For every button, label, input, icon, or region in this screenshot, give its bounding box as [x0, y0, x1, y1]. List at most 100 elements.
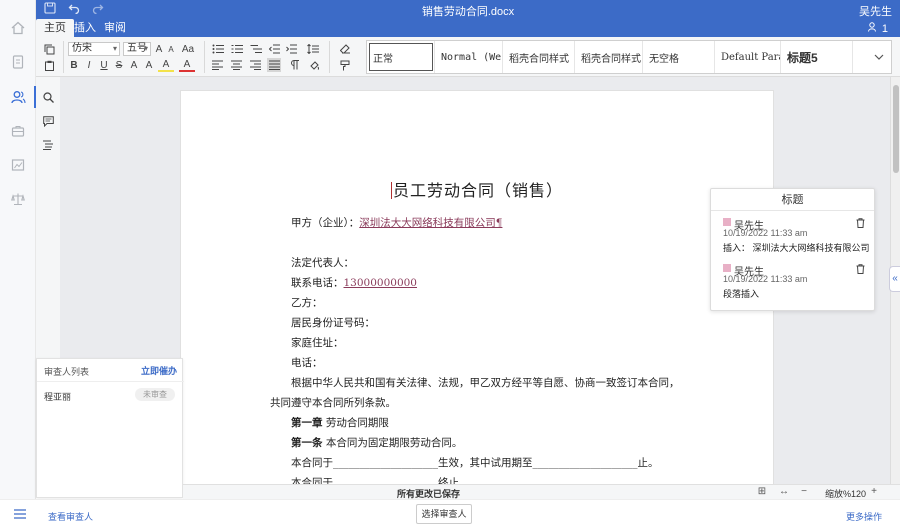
line-text: 劳动合同期限: [322, 417, 389, 429]
bold-button[interactable]: B: [68, 58, 80, 72]
left-rail: [0, 0, 36, 529]
subscript-button[interactable]: A: [143, 58, 155, 72]
clear-format-icon[interactable]: [338, 42, 352, 56]
line-spacing-icon[interactable]: [305, 42, 321, 56]
style-gallery: 正常 Normal (Web) 稻壳合同样式 稻壳合同样式： 无空格 Defau…: [366, 40, 880, 74]
trash-icon[interactable]: [856, 217, 866, 228]
strikethrough-button[interactable]: S: [113, 58, 125, 72]
nav-rail: [36, 77, 60, 360]
document-line: 第一章 劳动合同期限: [291, 415, 389, 430]
line-text: 共同遵守本合同所列条款。: [270, 397, 396, 409]
document-heading-text: 员工劳动合同（销售）: [392, 181, 563, 200]
reviewer-title: 审查人列表: [44, 367, 90, 377]
comment-time: 10/19/2022 11:33 am: [723, 274, 808, 284]
view-reviewers-link[interactable]: 查看审查人: [48, 510, 93, 523]
highlight-button[interactable]: A: [158, 58, 174, 72]
line-text: 本合同于____________________生效，其中试用期至_______…: [291, 457, 659, 469]
align-justify-icon[interactable]: [267, 58, 281, 72]
remind-now-button[interactable]: 立即催办: [141, 364, 177, 377]
align-right-icon[interactable]: [248, 58, 262, 72]
increase-indent-icon[interactable]: [284, 42, 298, 56]
document-page[interactable]: 员工劳动合同（销售） 甲方（企业）：深圳法大大网络科技有限公司¶ 法定代表人： 联系…: [180, 90, 774, 490]
numbered-list-icon[interactable]: [229, 42, 245, 56]
tracked-insertion[interactable]: 13000000000: [344, 277, 418, 289]
users-icon[interactable]: [0, 82, 36, 112]
document-icon[interactable]: [0, 47, 36, 77]
chevron-down-icon: [874, 54, 883, 60]
reviewer-header: 审查人列表 立即催办: [37, 359, 184, 382]
style-normal-web[interactable]: Normal (Web): [435, 41, 503, 73]
fit-page-icon[interactable]: ⊞: [756, 486, 768, 498]
style-contract-2[interactable]: 稻壳合同样式：: [575, 41, 643, 73]
home-icon[interactable]: [0, 13, 36, 43]
document-heading: 员工劳动合同（销售）: [181, 177, 773, 201]
fit-width-icon[interactable]: ↔: [778, 486, 790, 498]
document-line: 本合同于____________________生效，其中试用期至_______…: [291, 455, 659, 470]
line-text: 法定代表人：: [291, 257, 354, 269]
change-case-button[interactable]: Aa: [179, 42, 197, 56]
document-line: 甲方（企业）：深圳法大大网络科技有限公司¶: [291, 215, 502, 230]
more-actions-link[interactable]: 更多操作: [846, 510, 882, 523]
paste-icon[interactable]: [42, 58, 56, 72]
menu-icon[interactable]: [14, 508, 26, 520]
status-bar: 所有更改已保存 ⊞ ↔ − 缩放%120 +: [183, 484, 900, 499]
line-text: 乙方：: [291, 297, 323, 309]
tracked-insertion[interactable]: 深圳法大大网络科技有限公司¶: [359, 217, 502, 229]
align-center-icon[interactable]: [229, 58, 243, 72]
font-size-select[interactable]: 五号: [123, 42, 151, 56]
comment-body: 插入： 深圳法大大网络科技有限公司: [723, 243, 870, 253]
document-line: 共同遵守本合同所列条款。: [270, 395, 396, 410]
collaborators-count: 1: [881, 23, 888, 35]
copy-icon[interactable]: [42, 42, 56, 56]
font-color-button[interactable]: A: [179, 58, 195, 72]
line-text: 第一条: [291, 437, 323, 449]
comment-icon[interactable]: [40, 113, 56, 129]
outline-icon[interactable]: [40, 137, 56, 153]
bullet-list-icon[interactable]: [210, 42, 226, 56]
line-text: 电话：: [291, 357, 323, 369]
style-heading5[interactable]: 标题5: [781, 41, 853, 73]
collapse-panel-button[interactable]: «: [889, 266, 900, 292]
style-default-paragraph[interactable]: Default Paragraph: [715, 41, 781, 73]
scrollbar-thumb[interactable]: [893, 85, 899, 173]
trash-icon[interactable]: [856, 263, 866, 274]
line-text: 根据中华人民共和国有关法律、法规，甲乙双方经平等自愿、协商一致签订本合同，: [291, 377, 680, 389]
zoom-out-icon[interactable]: −: [798, 486, 810, 498]
align-left-icon[interactable]: [210, 58, 224, 72]
briefcase-icon[interactable]: [0, 116, 36, 146]
document-line: 第一条 本合同为固定期限劳动合同。: [291, 435, 462, 450]
ribbon-toolbar: 1 仿宋 五号 A A Aa B I U S A A A A: [36, 22, 900, 77]
document-line: 根据中华人民共和国有关法律、法规，甲乙双方经平等自愿、协商一致签订本合同，: [291, 375, 680, 390]
format-painter-icon[interactable]: [338, 58, 352, 72]
font-family-select[interactable]: 仿宋: [68, 42, 120, 56]
collaborators-indicator[interactable]: 1: [867, 22, 888, 35]
search-icon[interactable]: [40, 89, 56, 105]
select-reviewer-button[interactable]: 选择审查人: [416, 504, 472, 524]
italic-button[interactable]: I: [83, 58, 95, 72]
style-no-spacing[interactable]: 无空格: [643, 41, 715, 73]
style-contract[interactable]: 稻壳合同样式: [503, 41, 575, 73]
comment-time: 10/19/2022 11:33 am: [723, 228, 808, 238]
double-chevron-left-icon: «: [892, 273, 898, 284]
line-text: 甲方（企业）：: [291, 217, 360, 229]
font-grow-button[interactable]: A: [154, 42, 164, 56]
underline-button[interactable]: U: [98, 58, 110, 72]
style-normal[interactable]: 正常: [367, 41, 435, 73]
superscript-button[interactable]: A: [128, 58, 140, 72]
chart-icon[interactable]: [0, 150, 36, 180]
current-user[interactable]: 吴先生: [859, 3, 892, 19]
shading-icon[interactable]: [306, 58, 322, 72]
tab-review[interactable]: 审阅: [96, 19, 134, 37]
paragraph-mark-icon[interactable]: [288, 58, 302, 72]
zoom-in-icon[interactable]: +: [868, 486, 880, 498]
text-caret: [390, 182, 392, 199]
line-text: 联系电话：: [291, 277, 344, 289]
document-line: 联系电话：13000000000: [291, 275, 417, 290]
decrease-indent-icon[interactable]: [267, 42, 281, 56]
document-line: 家庭住址：: [291, 335, 344, 350]
style-gallery-expand[interactable]: [866, 40, 892, 74]
font-shrink-button[interactable]: A: [166, 42, 176, 56]
multilevel-list-icon[interactable]: [248, 42, 264, 56]
scale-icon[interactable]: [0, 184, 36, 214]
document-title: 销售劳动合同.docx: [421, 6, 515, 18]
